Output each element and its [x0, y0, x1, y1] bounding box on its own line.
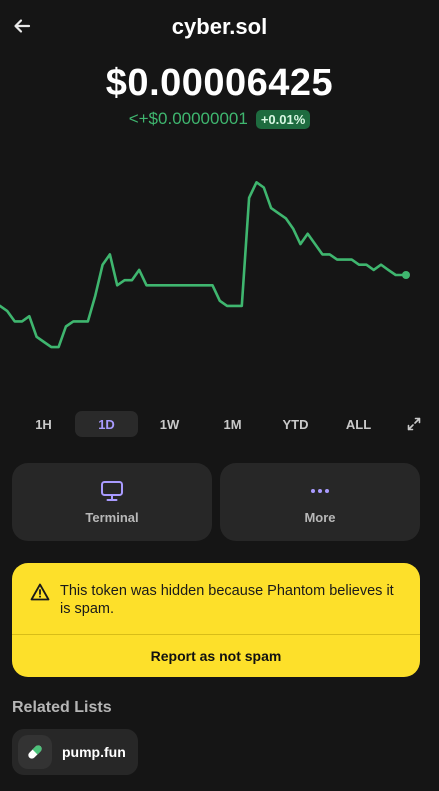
time-range-selector: 1H 1D 1W 1M YTD ALL [12, 411, 427, 437]
more-label: More [304, 509, 336, 525]
more-button[interactable]: More [220, 463, 420, 541]
action-row: Terminal More [12, 463, 420, 541]
expand-icon [407, 417, 421, 431]
more-dots-icon [311, 488, 329, 493]
chart-series-line [0, 181, 405, 349]
related-list-item[interactable]: pump.fun [12, 729, 138, 775]
price-chart[interactable] [0, 160, 439, 400]
range-1m[interactable]: 1M [201, 411, 264, 437]
pill-icon [18, 735, 52, 769]
price-change-value: <+$0.00000001 [128, 109, 248, 128]
spam-message: This token was hidden because Phantom be… [60, 583, 394, 617]
range-ytd[interactable]: YTD [264, 411, 327, 437]
spam-warning-banner: This token was hidden because Phantom be… [12, 563, 420, 677]
expand-chart-button[interactable] [401, 411, 427, 437]
terminal-label: Terminal [85, 509, 139, 525]
terminal-button[interactable]: Terminal [12, 463, 212, 541]
spam-message-row: This token was hidden because Phantom be… [30, 582, 402, 618]
price-change-badge: +0.01% [255, 109, 311, 129]
chart-current-point [402, 271, 410, 279]
range-1h[interactable]: 1H [12, 411, 75, 437]
price-change-row: <+$0.00000001 +0.01% [0, 109, 439, 129]
related-lists-heading: Related Lists [12, 699, 112, 716]
page-title: cyber.sol [171, 14, 268, 39]
range-all[interactable]: ALL [327, 411, 390, 437]
report-not-spam-button[interactable]: Report as not spam [12, 635, 420, 677]
token-price: $0.00006425 [105, 62, 334, 104]
related-list-label: pump.fun [62, 744, 126, 760]
range-1w[interactable]: 1W [138, 411, 201, 437]
range-1d[interactable]: 1D [75, 411, 138, 437]
monitor-icon [101, 480, 123, 501]
header: cyber.sol [0, 0, 439, 56]
warning-icon [30, 583, 50, 601]
